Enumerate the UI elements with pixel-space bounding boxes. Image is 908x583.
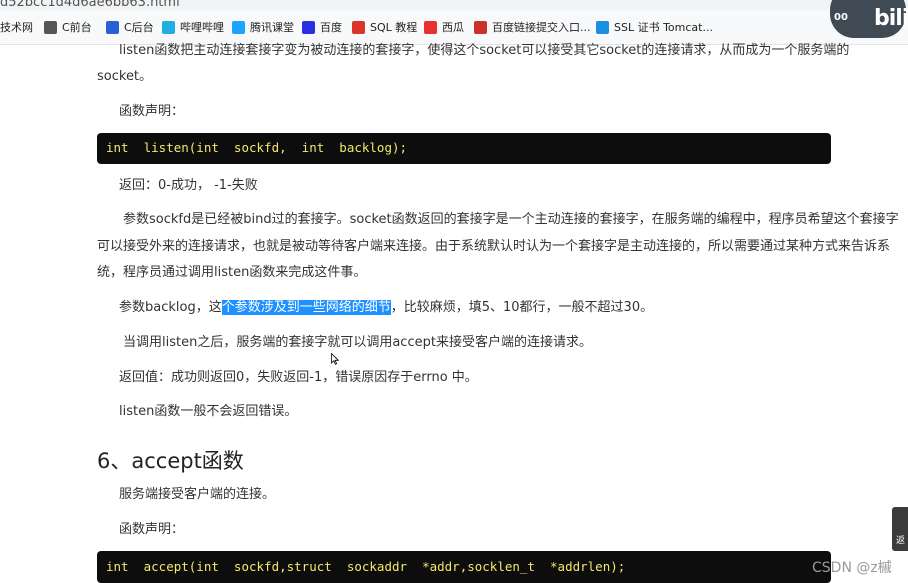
bookmark-label: SSL 证书 Tomcat... [614, 21, 713, 34]
xigua-icon [424, 20, 437, 34]
tencent-icon [232, 20, 245, 34]
baidu-icon [302, 20, 315, 34]
bookmark-label: 西瓜 [442, 21, 464, 34]
paragraph-sockfd-1: 参数sockfd是已经被bind过的套接字。socket函数返回的套接字是一个主… [123, 212, 899, 227]
favicon-icon [44, 20, 57, 34]
bilibili-icon [162, 20, 175, 34]
favicon-icon [474, 20, 487, 34]
selected-text-highlight[interactable]: 个参数涉及到一些网络的细节 [221, 300, 391, 315]
bookmark-item[interactable]: 腾讯课堂 [232, 18, 294, 36]
bookmark-item[interactable]: 西瓜 [424, 18, 464, 36]
back-to-top-label: 返 [896, 536, 906, 546]
bookmark-label: 哔哩哔哩 [180, 21, 224, 34]
bookmark-item[interactable]: 技术网 [0, 18, 33, 36]
bookmark-label: C后台 [124, 21, 154, 34]
bookmark-label: 百度链接提交入口... [492, 21, 591, 34]
csdn-watermark: CSDN @z槭 [812, 560, 892, 576]
favicon-icon [106, 20, 119, 34]
code-block-listen: int listen(int sockfd, int backlog); [97, 133, 831, 164]
bookmark-item[interactable]: 哔哩哔哩 [162, 18, 224, 36]
paragraph-listen-intro-2: socket。 [97, 69, 153, 84]
sql-icon [352, 20, 365, 34]
bookmark-label: 技术网 [0, 21, 33, 34]
code-accept: int accept(int sockfd,struct sockaddr *a… [106, 559, 626, 574]
address-bar[interactable]: d52bcc1d4d6ae6bb63.html [0, 0, 908, 10]
backlog-text-after: ，比较麻烦，填5、10都行，一般不超过30。 [390, 300, 654, 315]
bookmark-label: 百度 [320, 21, 342, 34]
cloud-icon [596, 20, 609, 34]
paragraph-accept-intro: 服务端接受客户端的连接。 [119, 487, 276, 502]
paragraph-backlog: 参数backlog，这个参数涉及到一些网络的细节，比较麻烦，填5、10都行，一般… [119, 294, 653, 321]
recorder-time: 00 [834, 12, 848, 23]
code-listen: int listen(int sockfd, int backlog); [106, 140, 408, 155]
paragraph-no-error: listen函数一般不会返回错误。 [119, 404, 298, 419]
paragraph-listen-intro-1: listen函数把主动连接套接字变为被动连接的套接字，使得这个socket可以接… [119, 43, 850, 58]
bookmark-item[interactable]: C后台 [106, 18, 154, 36]
declaration-label: 函数声明： [119, 104, 185, 119]
return-value-text: 返回：0-成功， -1-失败 [119, 178, 258, 193]
url-text: d52bcc1d4d6ae6bb63.html [0, 0, 180, 10]
bilibili-logo-icon: bili [874, 6, 908, 31]
paragraph-sockfd-3: 统，程序员通过调用listen函数来完成这件事。 [97, 265, 367, 280]
paragraph-sockfd-2: 可以接受外来的连接请求，也就是被动等待客户端来连接。由于系统默认时认为一个套接字… [97, 239, 891, 254]
bookmark-item[interactable]: C前台 [44, 18, 92, 36]
section-heading-accept: 6、accept函数 [97, 449, 244, 473]
bookmark-label: 腾讯课堂 [250, 21, 294, 34]
code-block-accept: int accept(int sockfd,struct sockaddr *a… [97, 551, 831, 583]
bookmark-item[interactable]: SQL 教程 [352, 18, 417, 36]
bookmark-label: SQL 教程 [370, 21, 418, 34]
paragraph-after-listen: 当调用listen之后，服务端的套接字就可以调用accept来接受客户端的连接请… [123, 335, 592, 350]
bookmark-item[interactable]: 百度链接提交入口... [474, 18, 591, 36]
back-to-top-button[interactable]: 返 [892, 507, 908, 551]
bookmark-item[interactable]: SSL 证书 Tomcat... [596, 18, 713, 36]
declaration-label-accept: 函数声明： [119, 522, 185, 537]
backlog-text-before: 参数backlog，这 [119, 300, 222, 315]
paragraph-return-values: 返回值：成功则返回0，失败返回-1，错误原因存于errno 中。 [119, 370, 478, 385]
bookmark-label: C前台 [62, 21, 92, 34]
bookmark-item[interactable]: 百度 [302, 18, 342, 36]
